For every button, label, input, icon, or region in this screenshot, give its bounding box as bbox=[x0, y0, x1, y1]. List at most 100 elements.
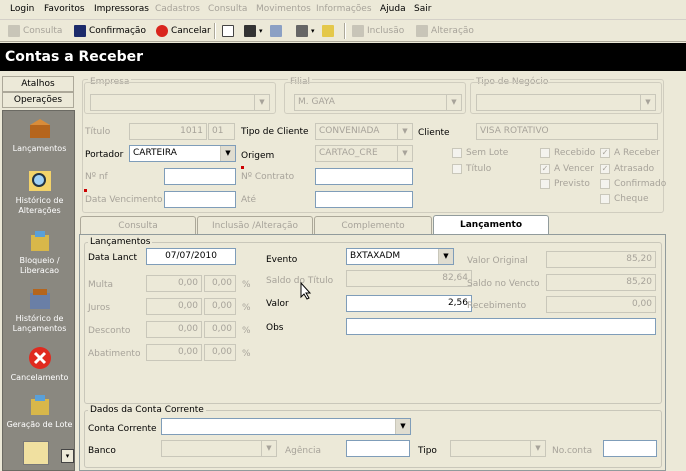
titulo-seq-field[interactable]: 01 bbox=[208, 123, 235, 140]
menu-login[interactable]: Login bbox=[10, 4, 34, 14]
valor-field[interactable]: 2,56 bbox=[346, 295, 472, 312]
menu-cadastros[interactable]: Cadastros bbox=[155, 4, 200, 14]
menu-favoritos[interactable]: Favoritos bbox=[44, 4, 85, 14]
sidebar-item-historico-alteracoes[interactable]: Histórico de Alterações bbox=[3, 169, 76, 216]
cheque-checkbox[interactable]: Cheque bbox=[600, 194, 648, 204]
recebido-checkbox[interactable]: Recebido bbox=[540, 148, 595, 158]
menu-impressoras[interactable]: Impressoras bbox=[94, 4, 149, 14]
filial-select[interactable]: M. GAYA ▼ bbox=[294, 94, 462, 111]
previsto-label: Previsto bbox=[554, 179, 590, 189]
export-button[interactable] bbox=[270, 23, 285, 39]
obs-field[interactable] bbox=[346, 318, 656, 335]
atrasado-label: Atrasado bbox=[614, 164, 655, 174]
evento-select[interactable]: BXTAXADM ▼ bbox=[346, 248, 454, 265]
tab-consulta[interactable]: Consulta bbox=[80, 216, 196, 235]
sidebar-item-bloqueio[interactable]: Bloqueio / Liberacao bbox=[3, 229, 76, 276]
abatimento-value-field[interactable]: 0,00 bbox=[146, 344, 202, 361]
new-document-icon bbox=[222, 25, 234, 37]
chevron-down-icon: ▼ bbox=[395, 419, 410, 434]
tab-complemento[interactable]: Complemento bbox=[314, 216, 432, 235]
menu-ajuda[interactable]: Ajuda bbox=[380, 4, 406, 14]
menu-informacoes[interactable]: Informações bbox=[316, 4, 372, 14]
sidebar-item-label: Cancelamento bbox=[10, 373, 69, 382]
cancelar-button[interactable]: Cancelar bbox=[156, 23, 211, 39]
sidebar-item-lancamentos[interactable]: Lançamentos bbox=[3, 117, 76, 154]
atrasado-checkbox[interactable]: ✓ Atrasado bbox=[600, 164, 654, 174]
find-button[interactable]: ▾ bbox=[244, 23, 263, 39]
help-button[interactable] bbox=[322, 23, 337, 39]
titulo-checkbox[interactable]: Título bbox=[452, 164, 491, 174]
sidebar-item-historico-lancamentos[interactable]: Histórico de Lançamentos bbox=[3, 287, 76, 334]
desconto-value-field[interactable]: 0,00 bbox=[146, 321, 202, 338]
atalhos-button[interactable]: Atalhos bbox=[2, 76, 74, 92]
new-button[interactable] bbox=[222, 23, 237, 39]
juros-pct-field[interactable]: 0,00 bbox=[204, 298, 236, 315]
tab-lancamento[interactable]: Lançamento bbox=[433, 215, 549, 235]
tab-inclusao-alteracao[interactable]: Inclusão /Alteração bbox=[197, 216, 313, 235]
data-vencimento-field[interactable] bbox=[164, 191, 236, 208]
chevron-down-icon: ▼ bbox=[446, 95, 461, 110]
noconta-field[interactable] bbox=[603, 440, 657, 457]
menu-sair[interactable]: Sair bbox=[414, 4, 431, 14]
menu-bar: Login Favoritos Impressoras Cadastros Co… bbox=[0, 0, 686, 20]
menu-movimentos[interactable]: Movimentos bbox=[256, 4, 311, 14]
chevron-down-icon: ▼ bbox=[397, 146, 412, 161]
magnifier-icon bbox=[28, 171, 51, 191]
titulo-field[interactable]: 1011 bbox=[129, 123, 207, 140]
previsto-checkbox[interactable]: Previsto bbox=[540, 179, 590, 189]
conta-corrente-select[interactable]: ▼ bbox=[161, 418, 411, 435]
a-vencer-checkbox[interactable]: ✓ A Vencer bbox=[540, 164, 594, 174]
agencia-label: Agência bbox=[285, 446, 322, 456]
agencia-field[interactable] bbox=[346, 440, 410, 457]
pct-label: % bbox=[242, 326, 251, 336]
alteracao-button[interactable]: Alteração bbox=[416, 23, 474, 39]
sidebar-item-geracao-lote[interactable]: Geração de Lote bbox=[3, 393, 76, 430]
inclusao-button[interactable]: Inclusão bbox=[352, 23, 404, 39]
menu-consulta[interactable]: Consulta bbox=[208, 4, 247, 14]
tipo-cliente-select[interactable]: CONVENIADA ▼ bbox=[315, 123, 413, 140]
desconto-pct-field[interactable]: 0,00 bbox=[204, 321, 236, 338]
checkbox-box bbox=[600, 194, 610, 204]
portador-select[interactable]: CARTEIRA ▼ bbox=[129, 145, 236, 162]
origem-select[interactable]: CARTAO_CRE ▼ bbox=[315, 145, 413, 162]
ate-field[interactable] bbox=[315, 191, 413, 208]
checkbox-box bbox=[452, 148, 462, 158]
juros-value-field[interactable]: 0,00 bbox=[146, 298, 202, 315]
multa-label: Multa bbox=[88, 280, 114, 290]
saldo-vencto-field[interactable]: 85,20 bbox=[546, 274, 656, 291]
empresa-select[interactable]: ▼ bbox=[90, 94, 270, 111]
evento-value: BXTAXADM bbox=[350, 251, 401, 261]
a-receber-checkbox[interactable]: ✓ A Receber bbox=[600, 148, 660, 158]
sidebar-item-cancelamento[interactable]: Cancelamento bbox=[3, 346, 76, 383]
data-lanct-label: Data Lanct bbox=[88, 253, 138, 263]
sem-lote-checkbox[interactable]: Sem Lote bbox=[452, 148, 508, 158]
printer-icon[interactable] bbox=[23, 441, 49, 465]
multa-value-field[interactable]: 0,00 bbox=[146, 275, 202, 292]
confirmado-checkbox[interactable]: Confirmado bbox=[600, 179, 666, 189]
nf-label: Nº nf bbox=[85, 172, 108, 182]
sidebar-item-label: Lançamentos bbox=[12, 144, 67, 153]
saldo-titulo-field[interactable]: 82,64 bbox=[346, 270, 472, 287]
scroll-down-button[interactable]: ▾ bbox=[61, 449, 74, 463]
operacoes-button[interactable]: Operações bbox=[2, 92, 74, 108]
ate-label: Até bbox=[241, 195, 257, 205]
alteracao-icon bbox=[416, 25, 428, 37]
data-lanct-field[interactable]: 07/07/2010 bbox=[146, 248, 236, 265]
banco-select[interactable]: ▼ bbox=[161, 440, 277, 457]
contrato-field[interactable] bbox=[315, 168, 413, 185]
a-vencer-label: A Vencer bbox=[554, 164, 594, 174]
multa-pct-field[interactable]: 0,00 bbox=[204, 275, 236, 292]
tipo-negocio-select[interactable]: ▼ bbox=[476, 94, 656, 111]
print-button[interactable]: ▾ bbox=[296, 23, 315, 39]
confirmacao-button[interactable]: Confirmação bbox=[74, 23, 146, 39]
checkbox-box bbox=[540, 179, 550, 189]
valor-original-field[interactable]: 85,20 bbox=[546, 251, 656, 268]
tipo-select[interactable]: ▼ bbox=[450, 440, 546, 457]
portador-label: Portador bbox=[85, 150, 124, 160]
cliente-field[interactable]: VISA ROTATIVO bbox=[476, 123, 658, 140]
recebimento-field[interactable]: 0,00 bbox=[546, 296, 656, 313]
nf-field[interactable] bbox=[164, 168, 236, 185]
consulta-button[interactable]: Consulta bbox=[8, 23, 62, 39]
binoculars-icon bbox=[244, 25, 256, 37]
abatimento-pct-field[interactable]: 0,00 bbox=[204, 344, 236, 361]
